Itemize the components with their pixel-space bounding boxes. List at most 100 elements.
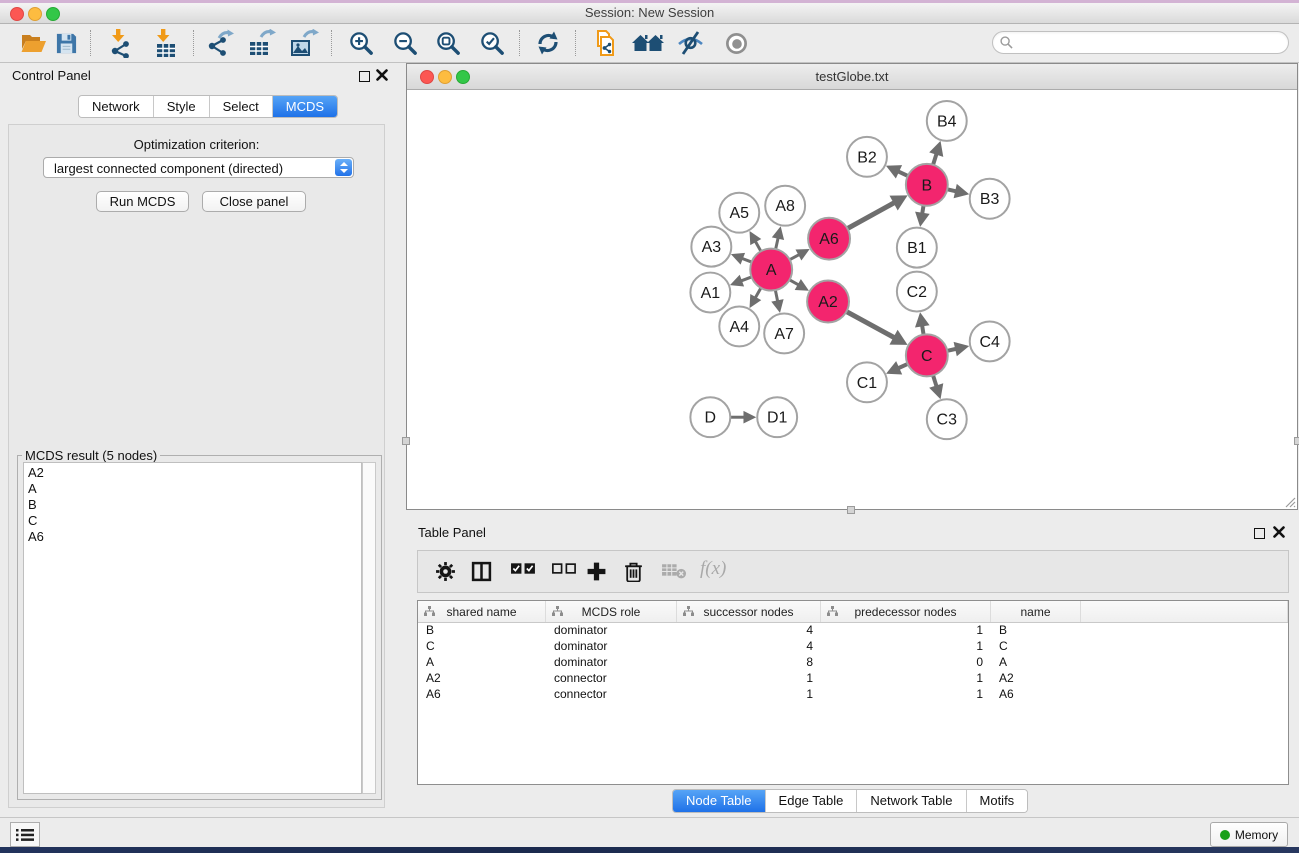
float-panel-icon[interactable] xyxy=(359,71,370,82)
mcds-result-item[interactable]: B xyxy=(28,497,361,513)
run-mcds-button[interactable]: Run MCDS xyxy=(96,191,189,212)
close-panel-icon[interactable] xyxy=(376,69,388,81)
table-cell: dominator xyxy=(546,638,677,654)
table-cell: dominator xyxy=(546,654,677,670)
deselect-all-button[interactable] xyxy=(551,561,578,576)
add-column-button[interactable] xyxy=(586,561,607,582)
close-window-button[interactable] xyxy=(10,7,24,21)
table-cell: connector xyxy=(546,686,677,702)
memory-button[interactable]: Memory xyxy=(1210,822,1288,847)
home-button[interactable] xyxy=(630,27,666,59)
graph-edge-arrowhead xyxy=(929,141,943,157)
minimize-window-button[interactable] xyxy=(28,7,42,21)
table-toolbar: f(x) xyxy=(417,550,1289,593)
resize-handle-bottom[interactable] xyxy=(847,506,855,514)
apply-function-button[interactable]: f(x) xyxy=(700,558,726,580)
export-table-button[interactable] xyxy=(243,27,279,59)
zoom-fit-button[interactable] xyxy=(430,27,466,59)
zoom-out-button[interactable] xyxy=(387,27,423,59)
close-table-panel-icon[interactable] xyxy=(1273,526,1285,538)
task-history-button[interactable] xyxy=(10,822,40,847)
clone-network-icon xyxy=(592,29,618,57)
table-row[interactable]: Cdominator41C xyxy=(418,638,1288,654)
close-panel-button[interactable]: Close panel xyxy=(202,191,306,212)
table-cell: C xyxy=(991,638,1081,654)
zoom-in-button[interactable] xyxy=(343,27,379,59)
mcds-result-item[interactable]: C xyxy=(28,513,361,529)
zoom-selected-button[interactable] xyxy=(474,27,510,59)
graph-edge-arrowhead xyxy=(915,212,930,227)
table-cell: A2 xyxy=(991,670,1081,686)
import-table-button[interactable] xyxy=(148,27,184,59)
network-canvas[interactable]: AA1A3A4A5A7A8A6A2BB1B2B3B4CC1C2C3C4DD1 xyxy=(407,90,1297,509)
close-view-button[interactable] xyxy=(420,70,434,84)
column-header-shared-name[interactable]: shared name xyxy=(418,601,546,622)
column-header-name[interactable]: name xyxy=(991,601,1081,622)
hide-glasses-button[interactable] xyxy=(672,27,708,59)
zoom-view-button[interactable] xyxy=(456,70,470,84)
mcds-result-item[interactable]: A6 xyxy=(28,529,361,545)
unchecked-boxes-icon xyxy=(551,561,578,576)
graph-edge-arrowhead xyxy=(915,312,930,327)
import-network-button[interactable] xyxy=(103,27,139,59)
tab-network-table[interactable]: Network Table xyxy=(857,790,966,812)
graph-node-label: A7 xyxy=(774,326,794,343)
import-network-icon xyxy=(107,29,135,58)
control-panel-tabs: NetworkStyleSelectMCDS xyxy=(78,95,338,118)
open-file-button[interactable] xyxy=(15,27,51,59)
zoom-window-button[interactable] xyxy=(46,7,60,21)
show-eye-button[interactable] xyxy=(718,27,754,59)
export-network-button[interactable] xyxy=(201,27,237,59)
tab-select[interactable]: Select xyxy=(210,96,273,117)
column-header-filler xyxy=(1081,601,1288,622)
resize-handle-left[interactable] xyxy=(402,437,410,445)
resize-handle-right[interactable] xyxy=(1294,437,1299,445)
float-table-panel-icon[interactable] xyxy=(1254,528,1265,539)
tab-motifs[interactable]: Motifs xyxy=(967,790,1028,812)
optimization-criterion-select[interactable]: largest connected component (directed) xyxy=(43,157,354,178)
glasses-slash-icon xyxy=(676,30,705,56)
delete-column-button[interactable] xyxy=(624,561,643,582)
scrollbar[interactable] xyxy=(362,462,376,794)
column-header-successor-nodes[interactable]: successor nodes xyxy=(677,601,821,622)
tab-node-table[interactable]: Node Table xyxy=(673,790,766,812)
table-options-button[interactable] xyxy=(435,561,456,582)
table-cell: A xyxy=(418,654,546,670)
graph-edge[interactable] xyxy=(847,202,895,228)
open-folder-icon xyxy=(20,31,47,55)
mcds-result-item[interactable]: A2 xyxy=(28,465,361,481)
zoom-selected-icon xyxy=(479,30,506,57)
tab-mcds[interactable]: MCDS xyxy=(273,96,337,117)
graph-node-label: C3 xyxy=(937,412,958,429)
graph-edge[interactable] xyxy=(846,312,895,339)
table-row[interactable]: A2connector11A2 xyxy=(418,670,1288,686)
select-stepper-icon xyxy=(335,159,352,176)
refresh-view-button[interactable] xyxy=(530,27,566,59)
toolbar-separator xyxy=(575,30,576,56)
column-header-MCDS-role[interactable]: MCDS role xyxy=(546,601,677,622)
graph-node-label: A5 xyxy=(730,205,750,222)
hierarchy-icon xyxy=(827,606,838,616)
delete-table-button[interactable] xyxy=(661,561,688,580)
refresh-icon xyxy=(535,30,561,56)
column-header-predecessor-nodes[interactable]: predecessor nodes xyxy=(821,601,991,622)
table-cell: 1 xyxy=(821,686,991,702)
search-input[interactable] xyxy=(1017,35,1288,51)
show-columns-button[interactable] xyxy=(471,561,492,582)
search-box[interactable] xyxy=(992,31,1289,54)
main-toolbar xyxy=(0,24,1299,63)
graph-node-label: A2 xyxy=(818,294,838,311)
resize-grip-icon[interactable] xyxy=(1283,495,1296,508)
tab-edge-table[interactable]: Edge Table xyxy=(766,790,858,812)
table-row[interactable]: A6connector11A6 xyxy=(418,686,1288,702)
mcds-result-item[interactable]: A xyxy=(28,481,361,497)
save-session-button[interactable] xyxy=(48,27,84,59)
tab-style[interactable]: Style xyxy=(154,96,210,117)
tab-network[interactable]: Network xyxy=(79,96,154,117)
export-image-button[interactable] xyxy=(286,27,322,59)
table-row[interactable]: Adominator80A xyxy=(418,654,1288,670)
clone-network-button[interactable] xyxy=(587,27,623,59)
minimize-view-button[interactable] xyxy=(438,70,452,84)
table-row[interactable]: Bdominator41B xyxy=(418,622,1288,638)
select-all-button[interactable] xyxy=(510,561,537,576)
